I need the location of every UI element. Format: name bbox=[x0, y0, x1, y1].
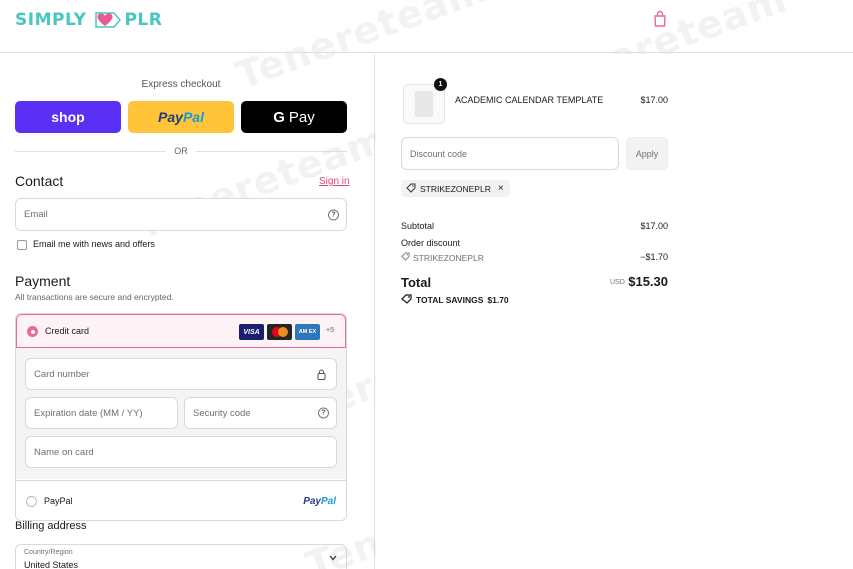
card-fields: Card number Expiration date (MM / YY) Se… bbox=[16, 348, 346, 479]
paypal-label-b: Pal bbox=[182, 109, 204, 125]
shop-pay-label: shop bbox=[51, 109, 85, 125]
credit-card-radio[interactable] bbox=[27, 326, 38, 337]
email-field[interactable]: Email ? bbox=[15, 198, 347, 231]
tag-icon bbox=[406, 183, 416, 195]
google-pay-button[interactable]: G Pay bbox=[241, 101, 347, 133]
gpay-label: Pay bbox=[288, 108, 315, 126]
apply-discount-button[interactable]: Apply bbox=[626, 137, 668, 170]
or-label: OR bbox=[174, 146, 188, 156]
apply-label: Apply bbox=[635, 148, 659, 159]
visa-icon: VISA bbox=[239, 324, 264, 340]
checkout-form-panel: Express checkout shop Pay Pal G Pay OR Con… bbox=[0, 54, 375, 569]
product-price: $17.00 bbox=[640, 95, 668, 105]
country-select[interactable]: Country/Region United States bbox=[15, 544, 347, 569]
credit-card-option[interactable]: Credit card VISA AM EX +5 bbox=[16, 314, 346, 348]
logo-word-plr: PLR bbox=[124, 10, 163, 30]
card-number-field[interactable]: Card number bbox=[25, 358, 337, 390]
newsletter-checkbox[interactable] bbox=[17, 240, 27, 250]
applied-code: STRIKEZONEPLR bbox=[420, 183, 491, 194]
total-label: Total bbox=[401, 275, 432, 290]
or-divider: OR bbox=[15, 146, 347, 156]
sign-in-link[interactable]: Sign in bbox=[319, 176, 350, 187]
discount-code-name: STRIKEZONEPLR bbox=[413, 252, 484, 263]
paypal-express-button[interactable]: Pay Pal bbox=[128, 101, 234, 133]
credit-card-label: Credit card bbox=[45, 326, 90, 336]
name-on-card-field[interactable]: Name on card bbox=[25, 436, 337, 468]
discount-placeholder: Discount code bbox=[410, 149, 468, 159]
order-discount-row: Order discount bbox=[401, 238, 668, 248]
store-logo[interactable]: SIMPLY PLR bbox=[15, 7, 162, 33]
payment-subtitle: All transactions are secure and encrypte… bbox=[15, 292, 174, 302]
applied-code-chip: STRIKEZONEPLR × bbox=[401, 180, 510, 197]
payment-methods: Credit card VISA AM EX +5 Card number Ex… bbox=[15, 313, 347, 521]
product-name: ACADEMIC CALENDAR TEMPLATE bbox=[455, 95, 604, 105]
card-number-placeholder: Card number bbox=[34, 368, 90, 380]
subtotal-value: $17.00 bbox=[640, 221, 668, 231]
subtotal-row: Subtotal $17.00 bbox=[401, 221, 668, 231]
country-label: Country/Region bbox=[24, 549, 73, 556]
top-header: SIMPLY PLR bbox=[0, 0, 853, 53]
email-placeholder: Email bbox=[24, 209, 48, 220]
expiry-field[interactable]: Expiration date (MM / YY) bbox=[25, 397, 178, 429]
help-icon[interactable]: ? bbox=[328, 209, 339, 220]
google-g-icon: G bbox=[273, 108, 285, 126]
security-placeholder: Security code bbox=[193, 407, 251, 419]
country-value: United States bbox=[24, 560, 79, 569]
heart-tag-icon bbox=[88, 7, 122, 33]
name-placeholder: Name on card bbox=[34, 446, 94, 458]
amex-icon: AM EX bbox=[295, 324, 320, 340]
payment-title: Payment bbox=[15, 273, 71, 289]
savings-value: $1.70 bbox=[487, 295, 509, 305]
lock-icon bbox=[317, 369, 326, 383]
billing-title: Billing address bbox=[15, 520, 87, 532]
discount-code-line: STRIKEZONEPLR bbox=[401, 252, 484, 263]
paypal-logo-b: Pal bbox=[320, 496, 336, 507]
help-icon[interactable]: ? bbox=[318, 407, 329, 419]
shopping-bag-icon[interactable] bbox=[652, 10, 668, 28]
more-cards-badge: +5 bbox=[326, 327, 334, 334]
expiry-placeholder: Expiration date (MM / YY) bbox=[34, 407, 143, 419]
paypal-radio[interactable] bbox=[26, 496, 37, 507]
total-savings: TOTAL SAVINGS $1.70 bbox=[401, 294, 509, 306]
paypal-option[interactable]: PayPal PayPal bbox=[16, 480, 346, 520]
currency-code: USD bbox=[610, 279, 625, 286]
shop-pay-button[interactable]: shop bbox=[15, 101, 121, 133]
quantity-badge: 1 bbox=[434, 78, 447, 91]
security-code-field[interactable]: Security code ? bbox=[184, 397, 337, 429]
discount-code-input[interactable]: Discount code bbox=[401, 137, 619, 170]
order-summary-panel: 1 ACADEMIC CALENDAR TEMPLATE $17.00 Disc… bbox=[376, 54, 853, 569]
chevron-down-icon bbox=[329, 554, 337, 563]
express-checkout-title: Express checkout bbox=[141, 79, 221, 90]
order-discount-label: Order discount bbox=[401, 238, 461, 248]
total-value: $15.30 bbox=[628, 274, 668, 289]
paypal-logo-a: Pay bbox=[303, 496, 321, 507]
discount-value: −$1.70 bbox=[640, 252, 668, 262]
paypal-logo: PayPal bbox=[303, 496, 336, 507]
subtotal-label: Subtotal bbox=[401, 221, 435, 231]
savings-label: TOTAL SAVINGS bbox=[416, 295, 484, 305]
paypal-label-a: Pay bbox=[158, 109, 183, 125]
newsletter-label: Email me with news and offers bbox=[33, 239, 155, 249]
tag-icon bbox=[401, 294, 412, 306]
tag-icon bbox=[401, 252, 410, 263]
logo-word-simply: SIMPLY bbox=[15, 10, 87, 30]
contact-title: Contact bbox=[15, 173, 64, 189]
mastercard-icon bbox=[267, 324, 292, 340]
paypal-option-label: PayPal bbox=[44, 496, 73, 506]
close-icon[interactable]: × bbox=[498, 183, 504, 194]
